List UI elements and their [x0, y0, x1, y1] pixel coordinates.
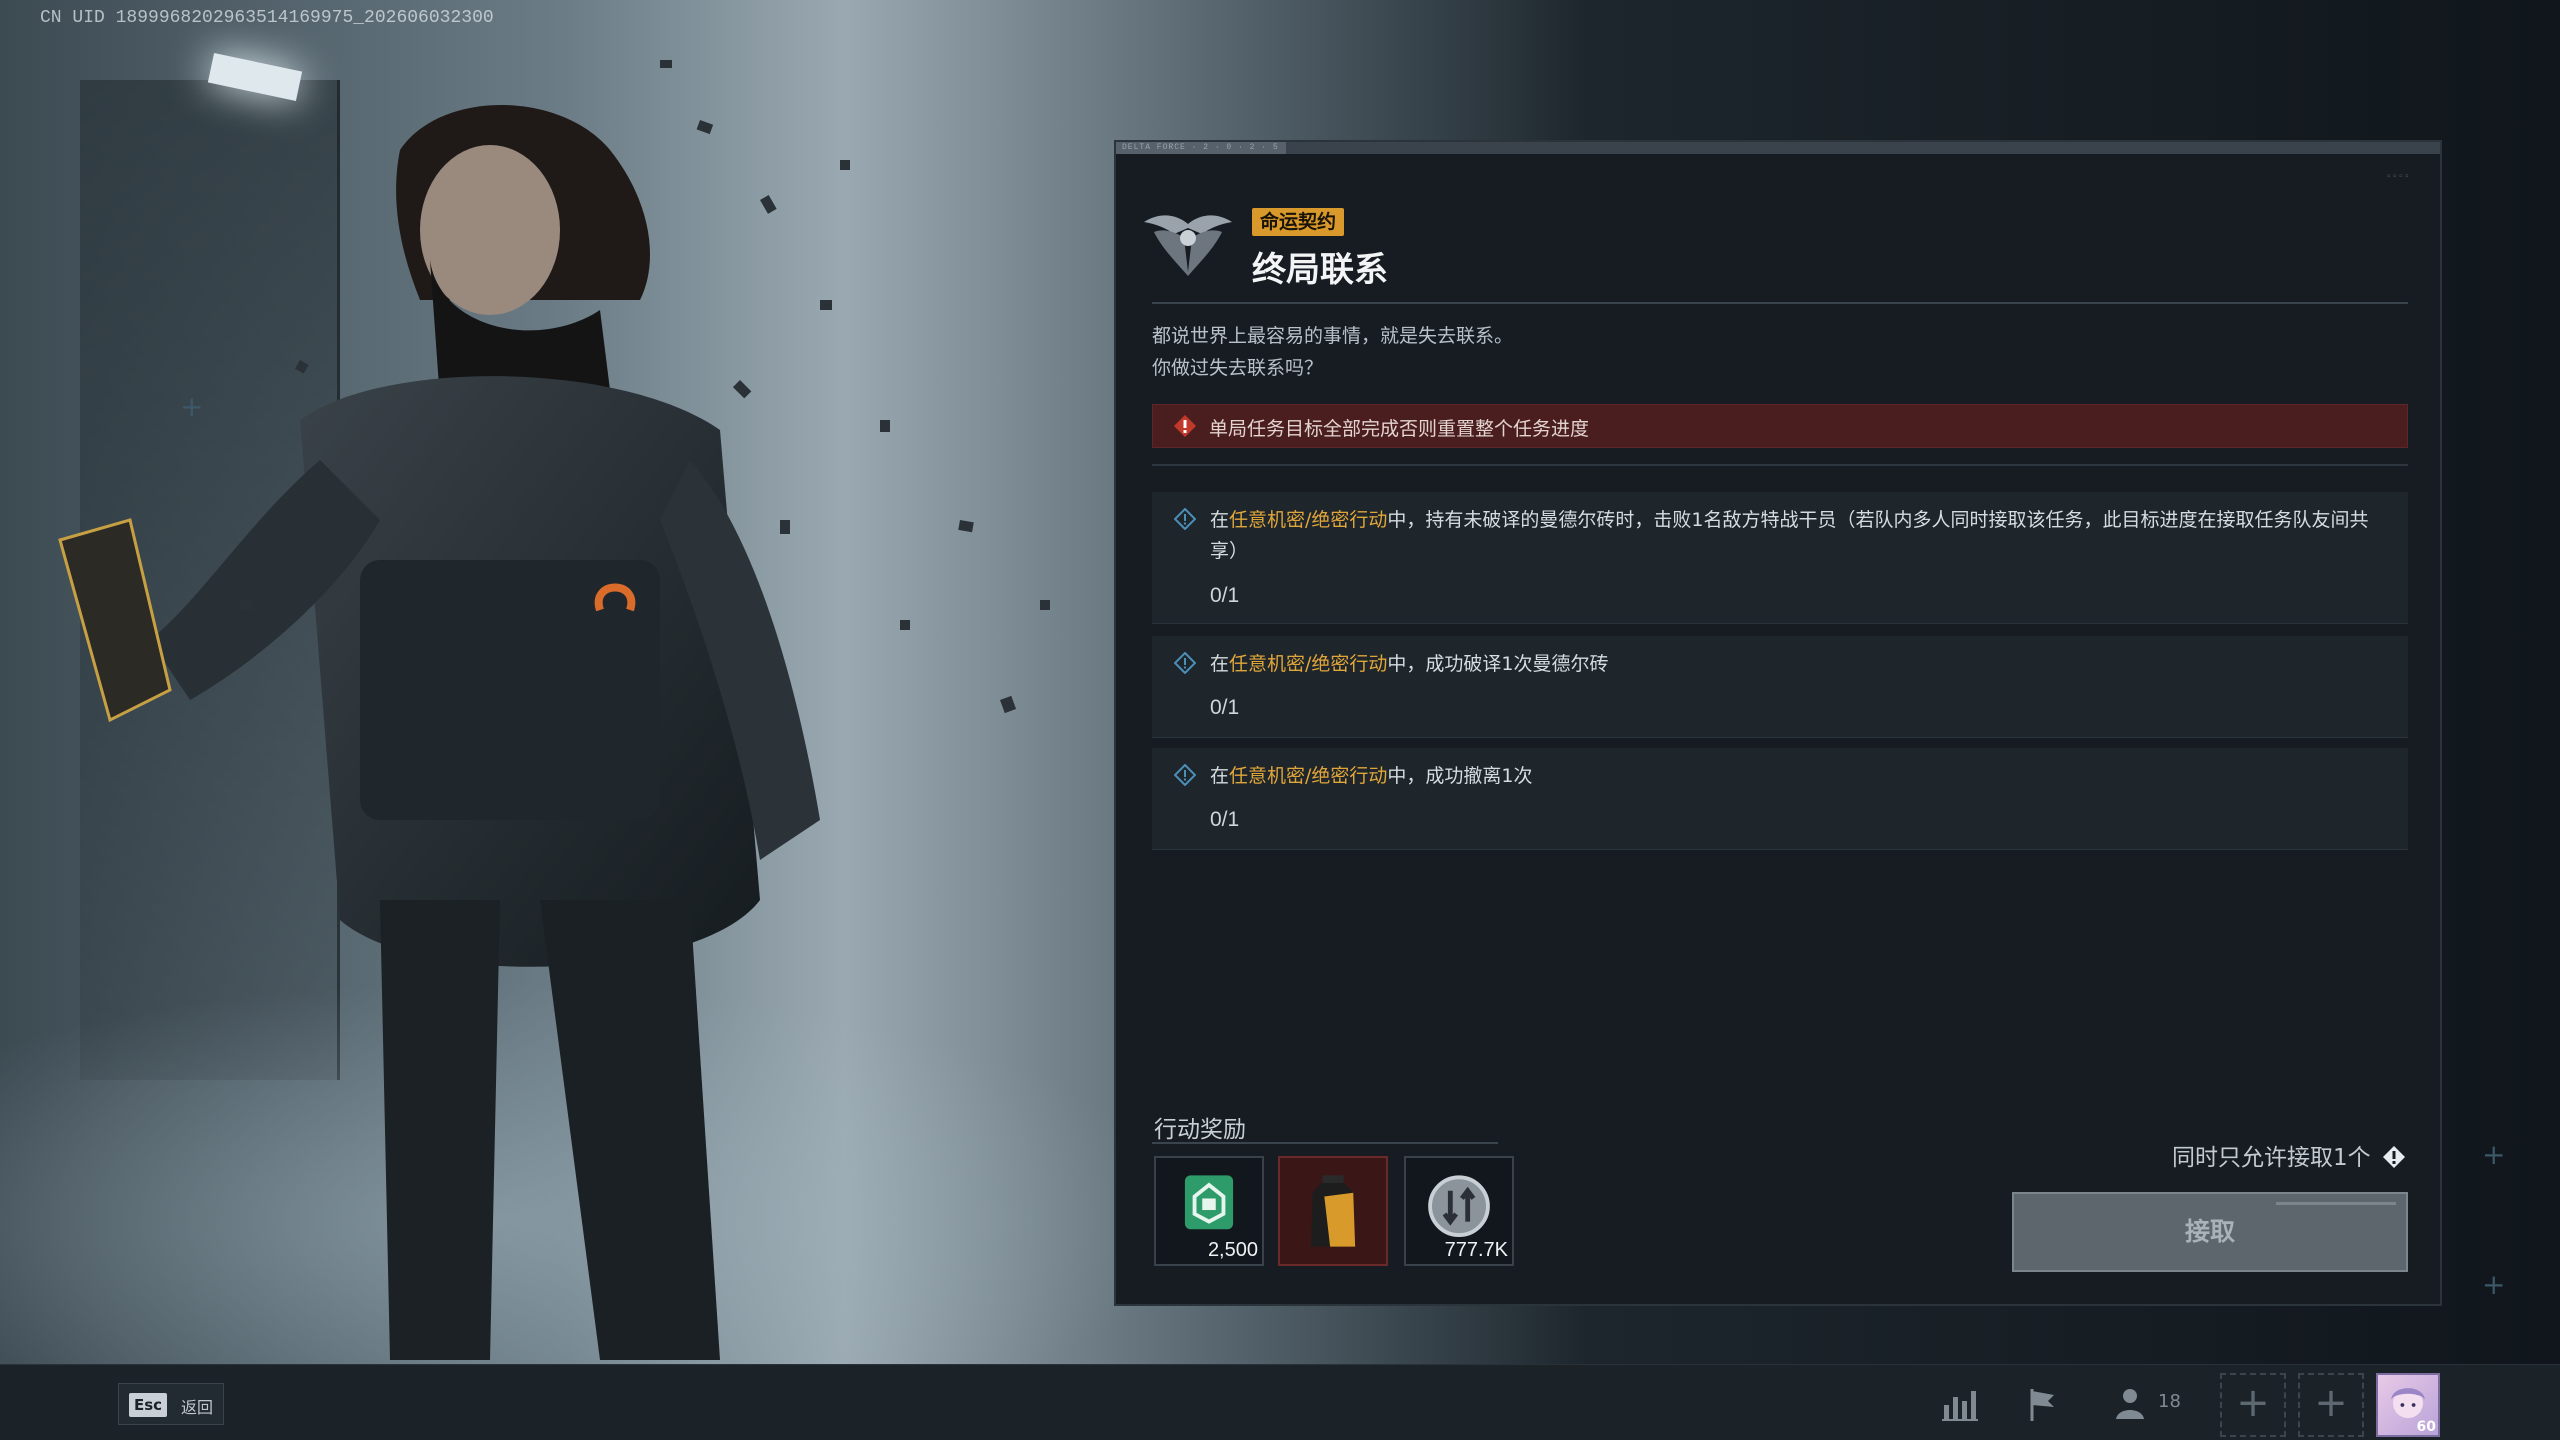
- back-label: 返回: [181, 1398, 214, 1417]
- stats-chart-icon[interactable]: [1936, 1383, 1982, 1425]
- crosshair-mark: +: [180, 390, 204, 423]
- objective-info-icon: [1174, 508, 1196, 530]
- objective-prefix: 在: [1210, 765, 1230, 787]
- rewards-divider: [1152, 1142, 1498, 1144]
- corner-marks: ▫▫▫▫: [2385, 172, 2410, 183]
- accept-limit-notice: 同时只允许接取1个: [2172, 1138, 2406, 1172]
- warning-icon: [1174, 415, 1196, 437]
- team-slot-empty[interactable]: +: [2220, 1373, 2286, 1437]
- objective-text: 在任意机密/绝密行动中，持有未破译的曼德尔砖时，击败1名敌方特战干员（若队内多人…: [1210, 505, 2390, 567]
- objective-suffix: 中，成功破译1次曼德尔砖: [1387, 653, 1609, 675]
- task-detail-panel: DELTA FORCE · 2 · 0 · 2 · 5 ▫▫▫▫ 命运契约 终局…: [1114, 140, 2442, 1306]
- uid-watermark: CN UID 1899968202963514169975_2026060323…: [40, 8, 494, 28]
- warning-divider: [1152, 464, 2408, 466]
- accept-task-button[interactable]: 接取: [2012, 1192, 2408, 1272]
- panel-top-tag: DELTA FORCE · 2 · 0 · 2 · 5: [1122, 143, 1279, 152]
- accept-limit-text: 同时只允许接取1个: [2172, 1145, 2371, 1171]
- operator-character-illustration: [58, 60, 1050, 1360]
- reward-item-experience[interactable]: 2,500: [1154, 1156, 1264, 1266]
- eagle-emblem-icon: [1144, 215, 1232, 276]
- objective-mode-highlight: 任意机密/绝密行动: [1229, 765, 1388, 787]
- rewards-heading: 行动奖励: [1154, 1117, 1246, 1143]
- objective-info-icon: [1174, 652, 1196, 674]
- player-level: 60: [2416, 1419, 2436, 1435]
- reward-item-supply-bag[interactable]: [1278, 1156, 1388, 1266]
- title-divider: [1152, 302, 2408, 304]
- reward-count: 777.7K: [1444, 1239, 1508, 1261]
- task-title: 终局联系: [1252, 250, 1388, 290]
- objective-mode-highlight: 任意机密/绝密行动: [1229, 509, 1388, 531]
- bottom-bar: Esc 返回 18 + + 60: [0, 1364, 2560, 1440]
- team-slot-empty[interactable]: +: [2298, 1373, 2364, 1437]
- objective-text: 在任意机密/绝密行动中，成功破译1次曼德尔砖: [1210, 649, 2390, 680]
- objective-prefix: 在: [1210, 653, 1230, 675]
- objective-progress: 0/1: [1210, 696, 1240, 719]
- objective-item-3: 在任意机密/绝密行动中，成功撤离1次 0/1: [1152, 748, 2408, 850]
- supply-bag-icon: [1310, 1175, 1356, 1247]
- friends-icon[interactable]: [2110, 1383, 2156, 1425]
- objective-progress: 0/1: [1210, 808, 1240, 831]
- description-line-1: 都说世界上最容易的事情，就是失去联系。: [1152, 325, 1514, 347]
- objective-item-2: 在任意机密/绝密行动中，成功破译1次曼德尔砖 0/1: [1152, 636, 2408, 738]
- player-avatar[interactable]: 60: [2376, 1373, 2440, 1437]
- objective-mode-highlight: 任意机密/绝密行动: [1229, 653, 1388, 675]
- esc-key-cap: Esc: [129, 1393, 168, 1417]
- objective-text: 在任意机密/绝密行动中，成功撤离1次: [1210, 761, 2390, 792]
- crosshair-mark: +: [2482, 1268, 2506, 1301]
- objective-suffix: 中，成功撤离1次: [1387, 765, 1533, 787]
- flag-icon[interactable]: [2020, 1383, 2066, 1425]
- back-button[interactable]: Esc 返回: [118, 1383, 224, 1425]
- reward-count: 2,500: [1207, 1239, 1258, 1261]
- objective-prefix: 在: [1210, 509, 1230, 531]
- objective-progress: 0/1: [1210, 584, 1240, 607]
- panel-top-bar: DELTA FORCE · 2 · 0 · 2 · 5: [1116, 142, 2440, 154]
- button-decoration: [2276, 1202, 2396, 1205]
- objective-item-1: 在任意机密/绝密行动中，持有未破译的曼德尔砖时，击败1名敌方特战干员（若队内多人…: [1152, 492, 2408, 624]
- warning-text: 单局任务目标全部完成否则重置整个任务进度: [1209, 418, 1590, 440]
- reward-item-currency[interactable]: 777.7K: [1404, 1156, 1514, 1266]
- task-description: 都说世界上最容易的事情，就是失去联系。 你做过失去联系吗？: [1152, 320, 1513, 384]
- reset-warning-banner: 单局任务目标全部完成否则重置整个任务进度: [1152, 404, 2408, 448]
- info-diamond-icon[interactable]: [2382, 1145, 2406, 1169]
- objective-info-icon: [1174, 764, 1196, 786]
- friends-online-count: 18: [2158, 1391, 2181, 1412]
- crosshair-mark: +: [2482, 1138, 2506, 1171]
- description-line-2: 你做过失去联系吗？: [1152, 357, 1324, 379]
- accept-button-label: 接取: [2184, 1217, 2235, 1246]
- contract-type-badge: 命运契约: [1252, 208, 1345, 236]
